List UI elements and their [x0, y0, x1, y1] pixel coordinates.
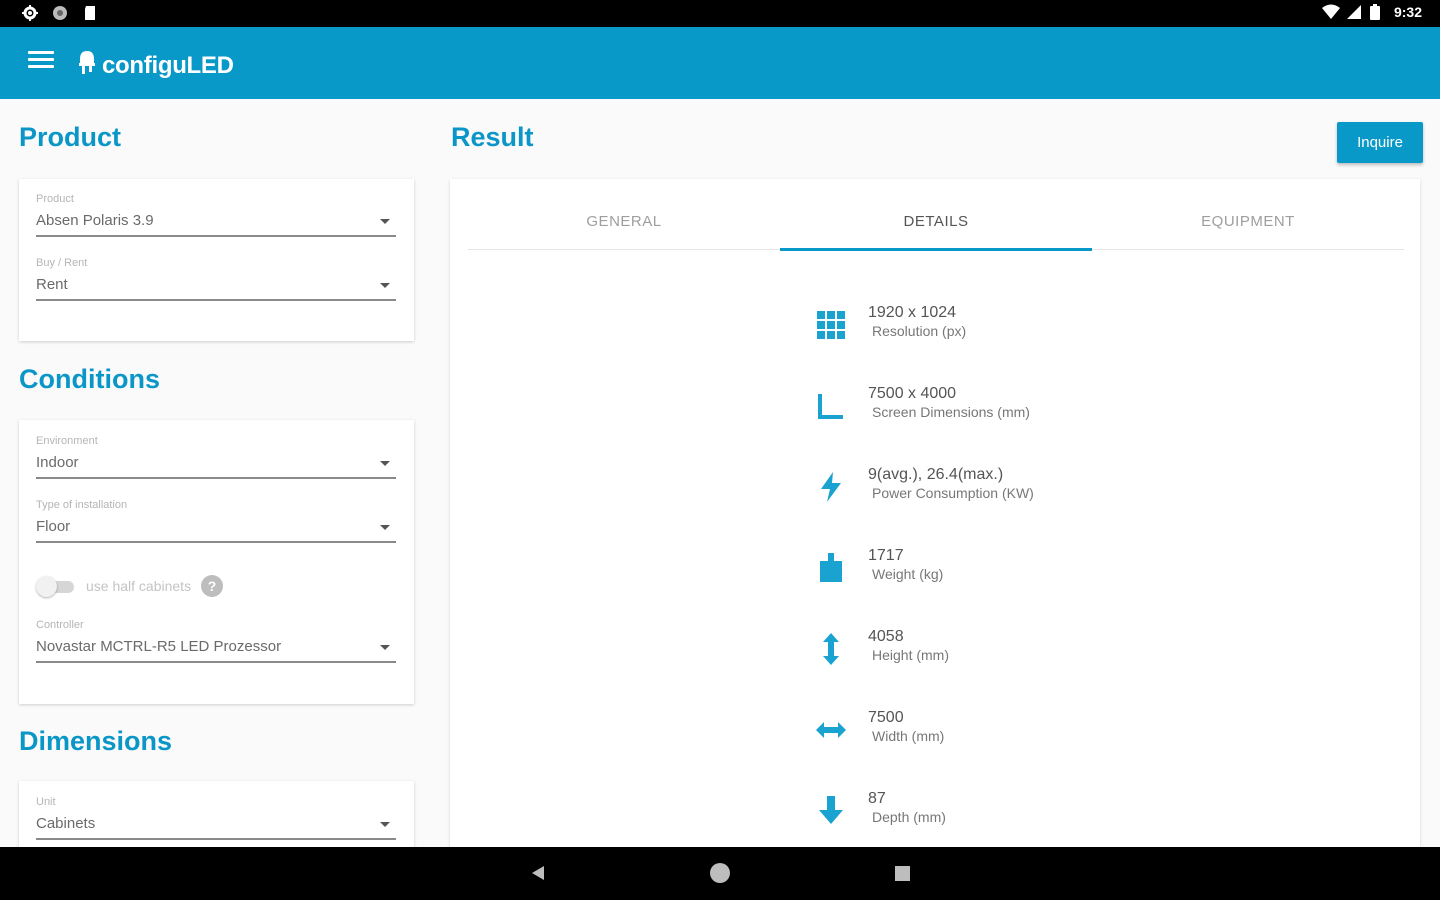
half-cabinets-row: use half cabinets ?	[36, 574, 396, 598]
environment-field-label: Environment	[36, 435, 98, 447]
result-card: GENERAL DETAILS EQUIPMENT 1920 x 1024 Re…	[450, 179, 1420, 859]
controller-select[interactable]: Novastar MCTRL-R5 LED Prozessor	[36, 633, 396, 663]
app-title: configuLED	[102, 51, 234, 79]
back-icon[interactable]	[530, 865, 546, 886]
tab-details[interactable]: DETAILS	[780, 179, 1092, 251]
detail-power: 9(avg.), 26.4(max.) Power Consumption (K…	[814, 466, 1174, 506]
tab-indicator	[780, 248, 1092, 251]
detail-resolution: 1920 x 1024 Resolution (px)	[814, 304, 1174, 344]
detail-value: 9(avg.), 26.4(max.)	[868, 466, 1004, 483]
detail-label: Height (mm)	[872, 647, 950, 663]
installation-select[interactable]: Floor	[36, 513, 396, 543]
detail-value: 1717	[868, 547, 904, 564]
detail-value: 87	[868, 790, 886, 807]
arrow-down-icon	[814, 794, 848, 828]
detail-label: Weight (kg)	[872, 566, 944, 582]
environment-field: Environment Indoor	[36, 435, 396, 479]
settings-icon	[22, 5, 38, 21]
weight-icon	[814, 551, 848, 585]
detail-depth: 87 Depth (mm)	[814, 790, 1174, 830]
unit-field: Unit Cabinets	[36, 796, 396, 840]
result-tabs: GENERAL DETAILS EQUIPMENT	[468, 179, 1404, 251]
detail-value: 7500	[868, 709, 904, 726]
wifi-icon	[1321, 4, 1340, 20]
detail-label: Depth (mm)	[872, 809, 946, 825]
detail-label: Width (mm)	[872, 728, 945, 744]
unit-field-label: Unit	[36, 796, 56, 808]
menu-icon-bar	[28, 65, 54, 68]
controller-select-value: Novastar MCTRL-R5 LED Prozessor	[36, 638, 282, 655]
detail-screen-dimensions: 7500 x 4000 Screen Dimensions (mm)	[814, 385, 1174, 425]
menu-icon	[28, 51, 54, 54]
detail-value: 1920 x 1024	[868, 304, 957, 321]
chevron-down-icon	[380, 461, 390, 466]
installation-field-label: Type of installation	[36, 499, 128, 511]
menu-button[interactable]	[28, 51, 54, 75]
buy-rent-select[interactable]: Rent	[36, 271, 396, 301]
detail-label: Screen Dimensions (mm)	[872, 404, 1030, 420]
product-section-title: Product	[19, 122, 122, 152]
detail-label: Power Consumption (KW)	[872, 485, 1034, 501]
corner-icon	[814, 389, 848, 423]
product-select[interactable]: Absen Polaris 3.9	[36, 207, 396, 237]
inquire-button[interactable]: Inquire	[1337, 122, 1423, 163]
detail-label: Resolution (px)	[872, 323, 967, 339]
detail-value: 7500 x 4000	[868, 385, 957, 402]
led-icon	[76, 49, 98, 82]
detail-width: 7500 Width (mm)	[814, 709, 1174, 749]
circle-icon	[52, 5, 68, 21]
product-field-label: Product	[36, 193, 74, 205]
menu-icon-bar	[28, 58, 54, 61]
vertical-arrows-icon	[814, 632, 848, 666]
result-section-title: Result	[451, 122, 534, 152]
chevron-down-icon	[380, 525, 390, 530]
product-select-value: Absen Polaris 3.9	[36, 212, 154, 229]
buy-rent-field: Buy / Rent Rent	[36, 257, 396, 301]
installation-field: Type of installation Floor	[36, 499, 396, 543]
signal-icon	[1346, 4, 1362, 20]
product-field: Product Absen Polaris 3.9	[36, 193, 396, 237]
controller-field: Controller Novastar MCTRL-R5 LED Prozess…	[36, 619, 396, 663]
chevron-down-icon	[380, 822, 390, 827]
grid-icon	[814, 308, 848, 342]
unit-select[interactable]: Cabinets	[36, 810, 396, 840]
tab-details-label: DETAILS	[903, 213, 969, 230]
help-icon[interactable]: ?	[201, 575, 224, 597]
sd-card-icon	[82, 5, 98, 21]
environment-select-value: Indoor	[36, 454, 79, 471]
lightning-icon	[814, 470, 848, 504]
horizontal-arrows-icon	[814, 713, 848, 747]
dimensions-section-title: Dimensions	[19, 726, 173, 756]
status-time: 9:32	[1393, 4, 1422, 20]
product-card: Product Absen Polaris 3.9 Buy / Rent Ren…	[19, 179, 414, 341]
detail-value: 4058	[868, 628, 904, 645]
installation-select-value: Floor	[36, 518, 71, 535]
home-icon[interactable]	[710, 863, 730, 888]
buy-rent-field-label: Buy / Rent	[36, 257, 88, 269]
chevron-down-icon	[380, 283, 390, 288]
half-cabinets-toggle[interactable]	[36, 576, 76, 597]
chevron-down-icon	[380, 645, 390, 650]
controller-field-label: Controller	[36, 619, 84, 631]
app-logo: configuLED	[76, 49, 234, 82]
buy-rent-select-value: Rent	[36, 276, 68, 293]
conditions-section-title: Conditions	[19, 364, 160, 394]
navigation-bar	[0, 847, 1440, 900]
tab-equipment[interactable]: EQUIPMENT	[1092, 179, 1404, 250]
recents-icon[interactable]	[895, 866, 910, 886]
status-bar: 9:32	[0, 0, 1440, 27]
detail-height: 4058 Height (mm)	[814, 628, 1174, 668]
app-bar: configuLED	[0, 27, 1440, 99]
chevron-down-icon	[380, 219, 390, 224]
tab-general[interactable]: GENERAL	[468, 179, 780, 250]
toggle-knob	[36, 576, 57, 597]
environment-select[interactable]: Indoor	[36, 449, 396, 479]
battery-icon	[1369, 4, 1386, 20]
half-cabinets-label: use half cabinets	[86, 578, 192, 594]
unit-select-value: Cabinets	[36, 815, 96, 832]
conditions-card: Environment Indoor Type of installation …	[19, 420, 414, 704]
detail-weight: 1717 Weight (kg)	[814, 547, 1174, 587]
